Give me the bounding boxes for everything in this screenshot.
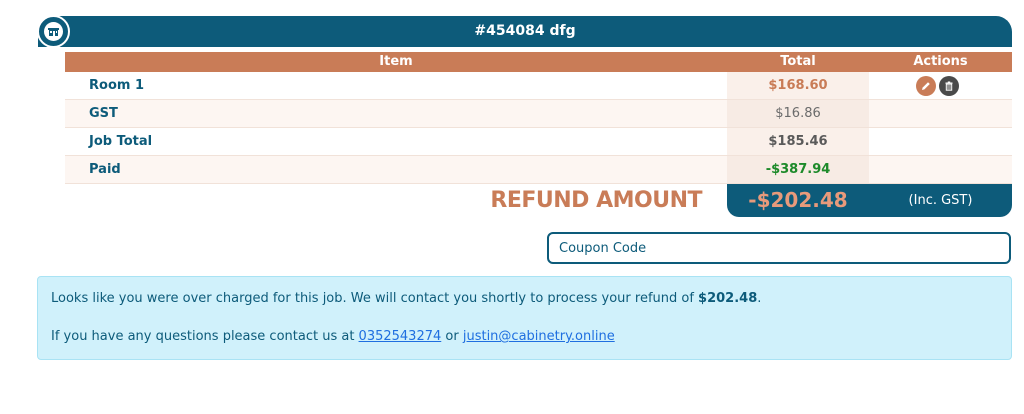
phone-link[interactable]: 0352543274 — [359, 329, 442, 344]
pencil-icon — [922, 82, 930, 90]
row-label: Job Total — [89, 134, 153, 149]
refund-amount-box: -$202.48 (Inc. GST) — [727, 184, 1012, 217]
table-row: GST $16.86 — [65, 100, 1012, 128]
delete-button[interactable] — [939, 76, 959, 96]
notice-line-refund: Looks like you were over charged for thi… — [51, 291, 762, 306]
table-row: Job Total $185.46 — [65, 128, 1012, 156]
job-title: #454084 dfg — [474, 23, 576, 39]
row-total: $168.60 — [727, 72, 869, 99]
notice-refund-amount: $202.48 — [698, 291, 758, 306]
notice-line-contact: If you have any questions please contact… — [51, 329, 615, 344]
row-label: Paid — [89, 162, 121, 177]
refund-amount-label: REFUND AMOUNT — [490, 188, 702, 213]
row-total: $185.46 — [727, 128, 869, 155]
row-label: Room 1 — [89, 78, 144, 93]
row-total: -$387.94 — [727, 156, 869, 183]
column-header-total: Total — [780, 54, 816, 69]
email-link[interactable]: justin@cabinetry.online — [463, 329, 615, 344]
trash-icon — [945, 81, 953, 91]
table-row: Room 1 $168.60 — [65, 72, 1012, 100]
refund-notice: Looks like you were over charged for thi… — [37, 276, 1012, 360]
table-row: Paid -$387.94 — [65, 156, 1012, 184]
edit-button[interactable] — [916, 76, 936, 96]
coupon-code-input[interactable] — [547, 232, 1011, 264]
gst-note: (Inc. GST) — [908, 193, 973, 208]
row-actions — [916, 76, 959, 96]
table-header: Item Total Actions — [65, 52, 1012, 72]
refund-amount-value: -$202.48 — [748, 188, 848, 212]
row-total: $16.86 — [727, 100, 869, 127]
job-header: #454084 dfg — [37, 15, 1012, 48]
row-label: GST — [89, 106, 118, 121]
column-header-item: Item — [379, 54, 413, 69]
column-header-actions: Actions — [913, 54, 968, 69]
